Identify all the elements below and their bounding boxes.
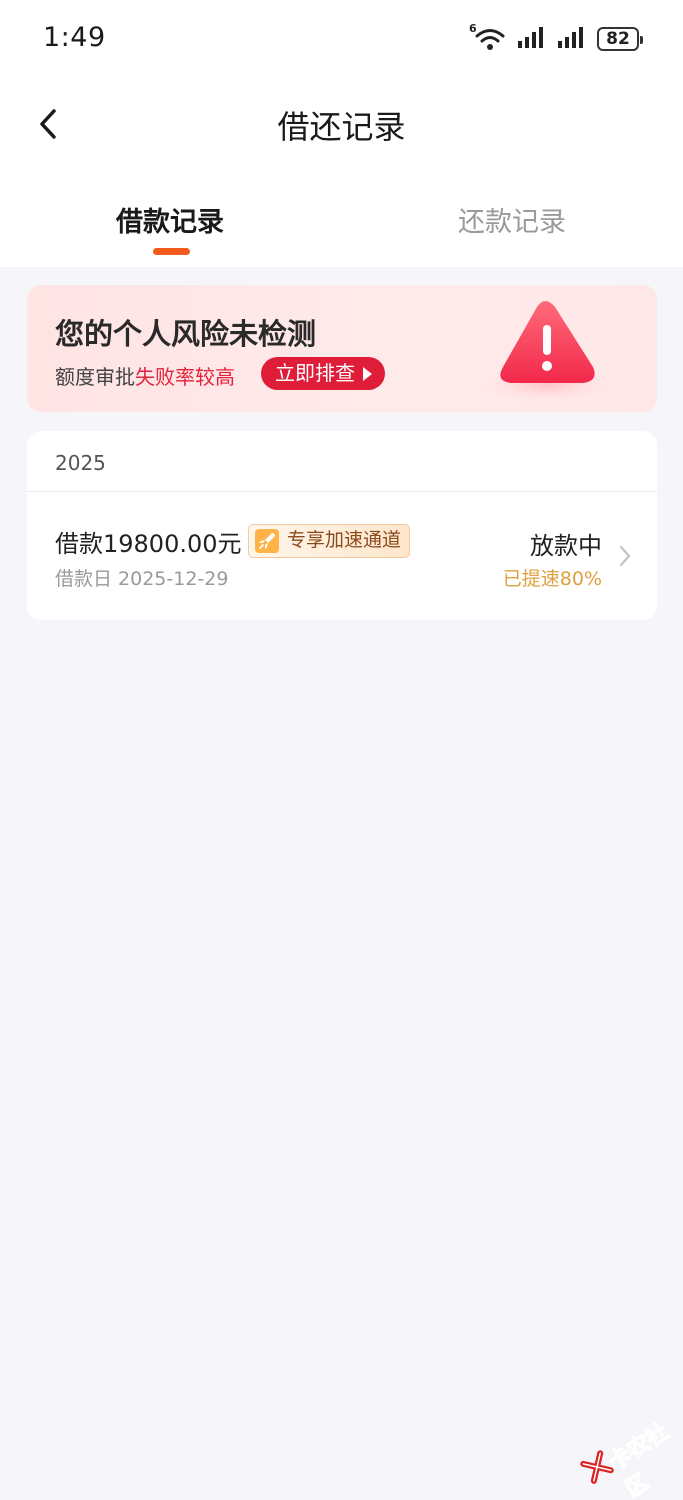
risk-subtitle: 额度审批失败率较高 <box>55 361 235 390</box>
status-bar: 1:49 6 82 <box>0 0 683 80</box>
watermark: 卡农社区 <box>572 1398 683 1500</box>
risk-subtitle-highlight: 失败率较高 <box>135 365 235 389</box>
speed-status: 已提速80% <box>502 568 602 590</box>
network-badge: 6 <box>469 22 477 35</box>
watermark-text: 卡农社区 <box>604 1419 674 1500</box>
tab-borrow-records[interactable]: 借款记录 <box>116 200 224 239</box>
page: 1:49 6 82 借还记录 借款记录 还款记录 您的个人风险未检测 额度审批失… <box>0 0 683 1500</box>
battery-level: 82 <box>606 29 630 49</box>
active-tab-indicator <box>153 248 190 255</box>
loan-status: 放款中 <box>530 532 602 560</box>
accelerate-badge-label: 专享加速通道 <box>287 529 402 551</box>
status-icons: 6 82 <box>469 22 643 54</box>
page-title: 借还记录 <box>277 108 406 146</box>
signal-icon <box>517 25 547 53</box>
loan-date: 借款日 2025-12-29 <box>55 568 229 590</box>
header: 借还记录 <box>0 80 683 175</box>
status-time: 1:49 <box>43 22 106 53</box>
battery-icon: 82 <box>597 27 643 51</box>
loan-amount: 借款19800.00元 <box>55 530 242 558</box>
list-item[interactable]: 借款19800.00元 专享加速通道 借款日 2025-12-29 放款中 已提… <box>27 492 657 620</box>
accelerate-badge: 专享加速通道 <box>248 524 411 558</box>
risk-banner[interactable]: 您的个人风险未检测 额度审批失败率较高 立即排查 <box>27 285 657 412</box>
chevron-right-icon <box>619 545 631 567</box>
wifi-icon: 6 <box>469 22 507 52</box>
signal-icon-2 <box>557 25 587 53</box>
year-label: 2025 <box>55 451 106 475</box>
records-card: 2025 借款19800.00元 专享加速通道 借款日 2025-12-29 放… <box>27 431 657 620</box>
tab-repay-records[interactable]: 还款记录 <box>458 200 566 239</box>
risk-subtitle-prefix: 额度审批 <box>55 365 135 389</box>
risk-title: 您的个人风险未检测 <box>55 317 317 351</box>
tab-bar: 借款记录 还款记录 <box>0 175 683 267</box>
check-now-button[interactable]: 立即排查 <box>261 357 385 390</box>
warning-triangle-icon <box>483 301 611 401</box>
rocket-icon <box>255 529 279 553</box>
